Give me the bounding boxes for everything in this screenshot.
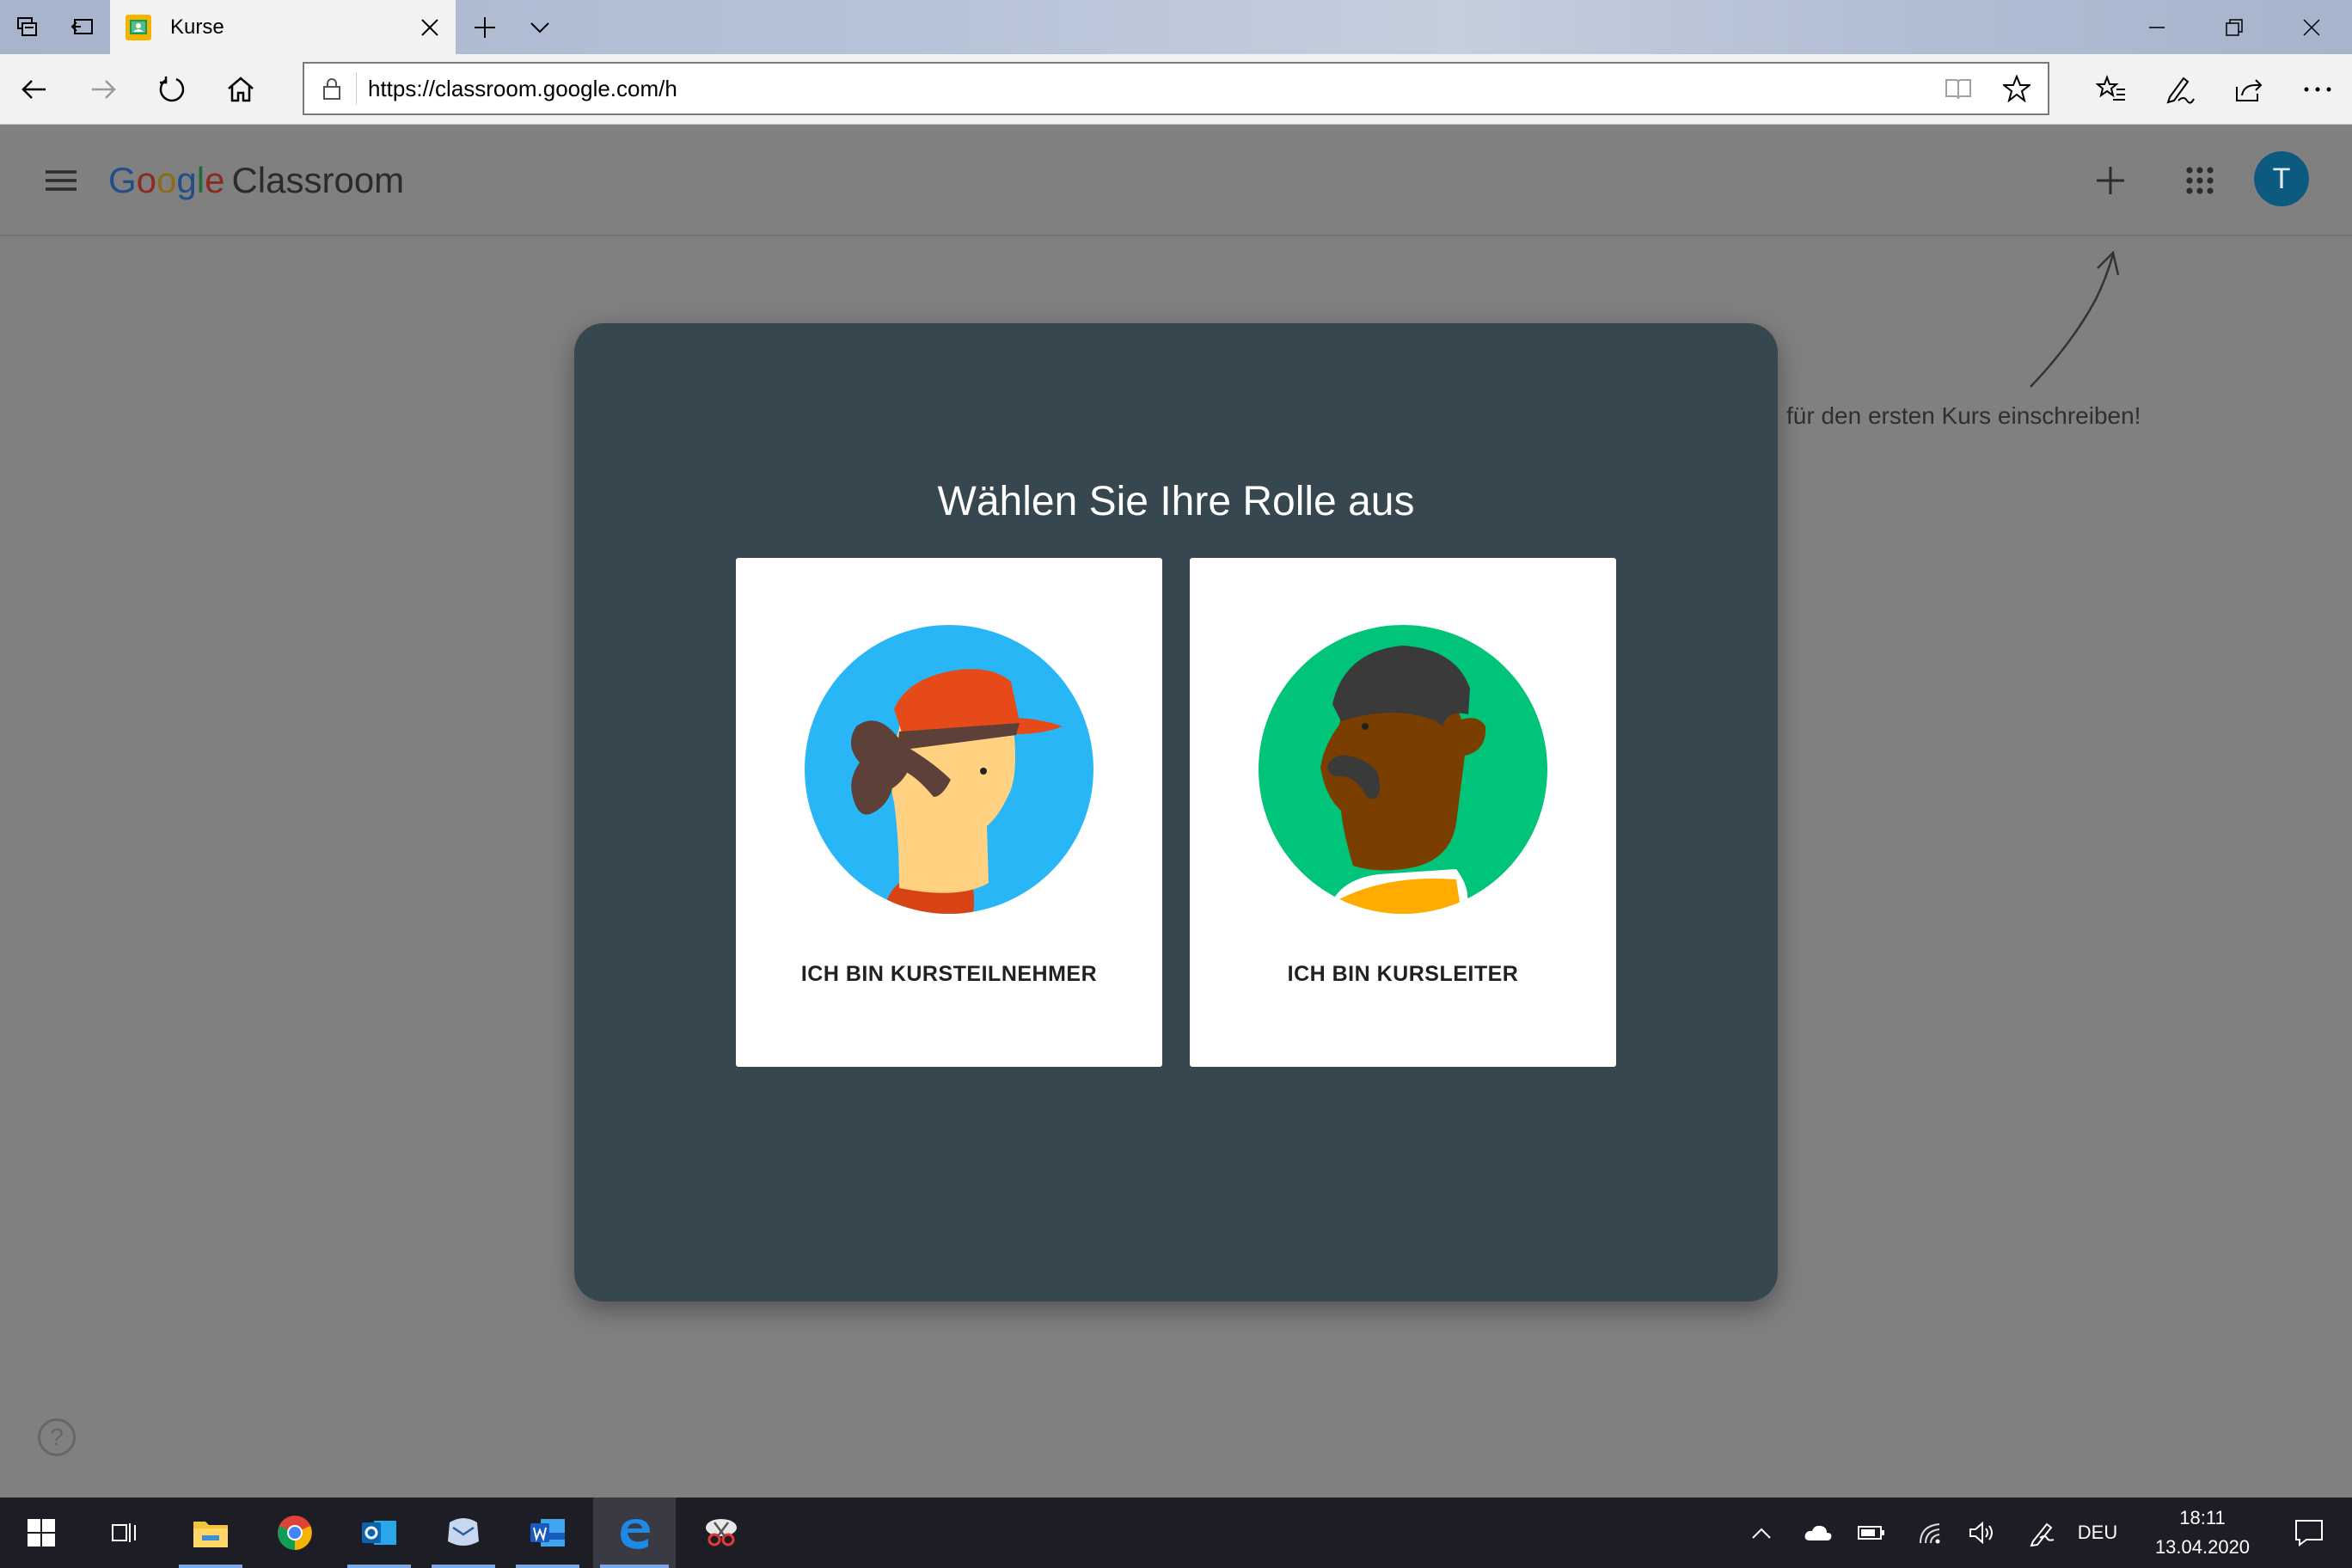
snipping-tool-icon[interactable] [683, 1498, 760, 1568]
volume-icon[interactable] [1960, 1498, 2003, 1568]
url-text[interactable]: https://classroom.google.com/h [368, 64, 677, 113]
address-divider [356, 72, 357, 105]
classroom-wordmark: Classroom [231, 160, 405, 200]
restore-icon[interactable] [2196, 0, 2273, 54]
word-running-indicator [516, 1565, 579, 1568]
refresh-icon[interactable] [138, 54, 206, 125]
close-window-icon[interactable] [2273, 0, 2350, 54]
home-icon[interactable] [206, 54, 275, 125]
classroom-favicon-icon [126, 14, 151, 40]
web-note-pen-icon[interactable] [2146, 54, 2214, 125]
reading-view-icon[interactable] [1932, 64, 1984, 113]
more-options-icon[interactable] [2283, 54, 2352, 125]
windows-taskbar: DEU 18:11 13.04.2020 [0, 1498, 2352, 1568]
student-role-card[interactable]: ICH BIN KURSTEILNEHMER [736, 558, 1162, 1067]
show-hidden-icons-chevron-up-icon[interactable] [1740, 1498, 1783, 1568]
new-tab-icon[interactable] [457, 0, 512, 54]
account-avatar[interactable]: T [2254, 151, 2309, 206]
task-view-icon[interactable] [83, 1498, 165, 1568]
lock-icon [316, 64, 347, 113]
favorites-list-icon[interactable] [2077, 54, 2146, 125]
tab-preview-chevron-down-icon[interactable] [512, 0, 567, 54]
action-center-notifications-icon[interactable] [2275, 1498, 2343, 1568]
clock-date: 13.04.2020 [2154, 1536, 2251, 1558]
chrome-icon[interactable] [256, 1498, 334, 1568]
google-wordmark: Google [108, 160, 225, 200]
address-bar[interactable]: https://classroom.google.com/h [303, 62, 2049, 115]
screen: Kurse https://classroom.google.com/h Goo… [0, 0, 2352, 1568]
edge-icon[interactable] [593, 1498, 676, 1568]
browser-titlebar: Kurse [0, 0, 2352, 54]
tab-actions-icon[interactable] [0, 0, 55, 54]
language-label: DEU [2077, 1522, 2118, 1543]
start-windows-icon[interactable] [0, 1498, 83, 1568]
onedrive-cloud-icon[interactable] [1797, 1498, 1840, 1568]
minimize-icon[interactable] [2118, 0, 2196, 54]
input-language-indicator[interactable]: DEU [2070, 1498, 2125, 1568]
clock-time: 18:11 [2179, 1507, 2226, 1528]
role-selection-dialog: Wählen Sie Ihre Rolle aus ICH BIN KURSTE… [574, 323, 1778, 1302]
file-explorer-running-indicator [179, 1565, 242, 1568]
back-arrow-icon[interactable] [0, 54, 69, 125]
browser-toolbar: https://classroom.google.com/h [0, 54, 2352, 125]
battery-icon[interactable] [1850, 1498, 1893, 1568]
outlook-running-indicator [347, 1565, 411, 1568]
messaging-running-indicator [432, 1565, 495, 1568]
browser-tab-active[interactable]: Kurse [110, 0, 456, 54]
classroom-header: Google Classroom T [0, 125, 2352, 236]
file-explorer-icon[interactable] [172, 1498, 249, 1568]
hint-arrow-icon [2030, 250, 2120, 388]
teacher-role-card[interactable]: ICH BIN KURSLEITER [1190, 558, 1616, 1067]
tab-title: Kurse [170, 15, 224, 39]
wifi-icon[interactable] [1908, 1498, 1951, 1568]
add-class-plus-icon[interactable] [2080, 150, 2141, 211]
main-menu-icon[interactable] [31, 152, 91, 209]
teacher-role-label: ICH BIN KURSLEITER [1287, 962, 1519, 986]
outlook-icon[interactable] [340, 1498, 418, 1568]
pen-workspace-icon[interactable] [2020, 1498, 2063, 1568]
close-tab-icon[interactable] [404, 0, 456, 54]
google-apps-grid-icon[interactable] [2170, 150, 2230, 211]
teacher-illustration-icon [1259, 625, 1547, 914]
empty-state-hint: für den ersten Kurs einschreiben! [1786, 402, 2141, 429]
system-clock[interactable]: 18:11 13.04.2020 [2130, 1498, 2275, 1568]
edge-running-indicator [600, 1565, 669, 1568]
set-tabs-aside-icon[interactable] [55, 0, 110, 54]
student-role-label: ICH BIN KURSTEILNEHMER [800, 962, 1098, 986]
messaging-app-icon[interactable] [425, 1498, 502, 1568]
student-illustration-icon [805, 625, 1093, 914]
share-icon[interactable] [2214, 54, 2283, 125]
dialog-title: Wählen Sie Ihre Rolle aus [937, 479, 1415, 524]
favorite-star-icon[interactable] [1991, 64, 2043, 113]
google-classroom-logo[interactable]: Google Classroom [108, 154, 404, 207]
help-icon[interactable]: ? [38, 1418, 76, 1456]
forward-arrow-icon[interactable] [69, 54, 138, 125]
word-icon[interactable] [509, 1498, 586, 1568]
